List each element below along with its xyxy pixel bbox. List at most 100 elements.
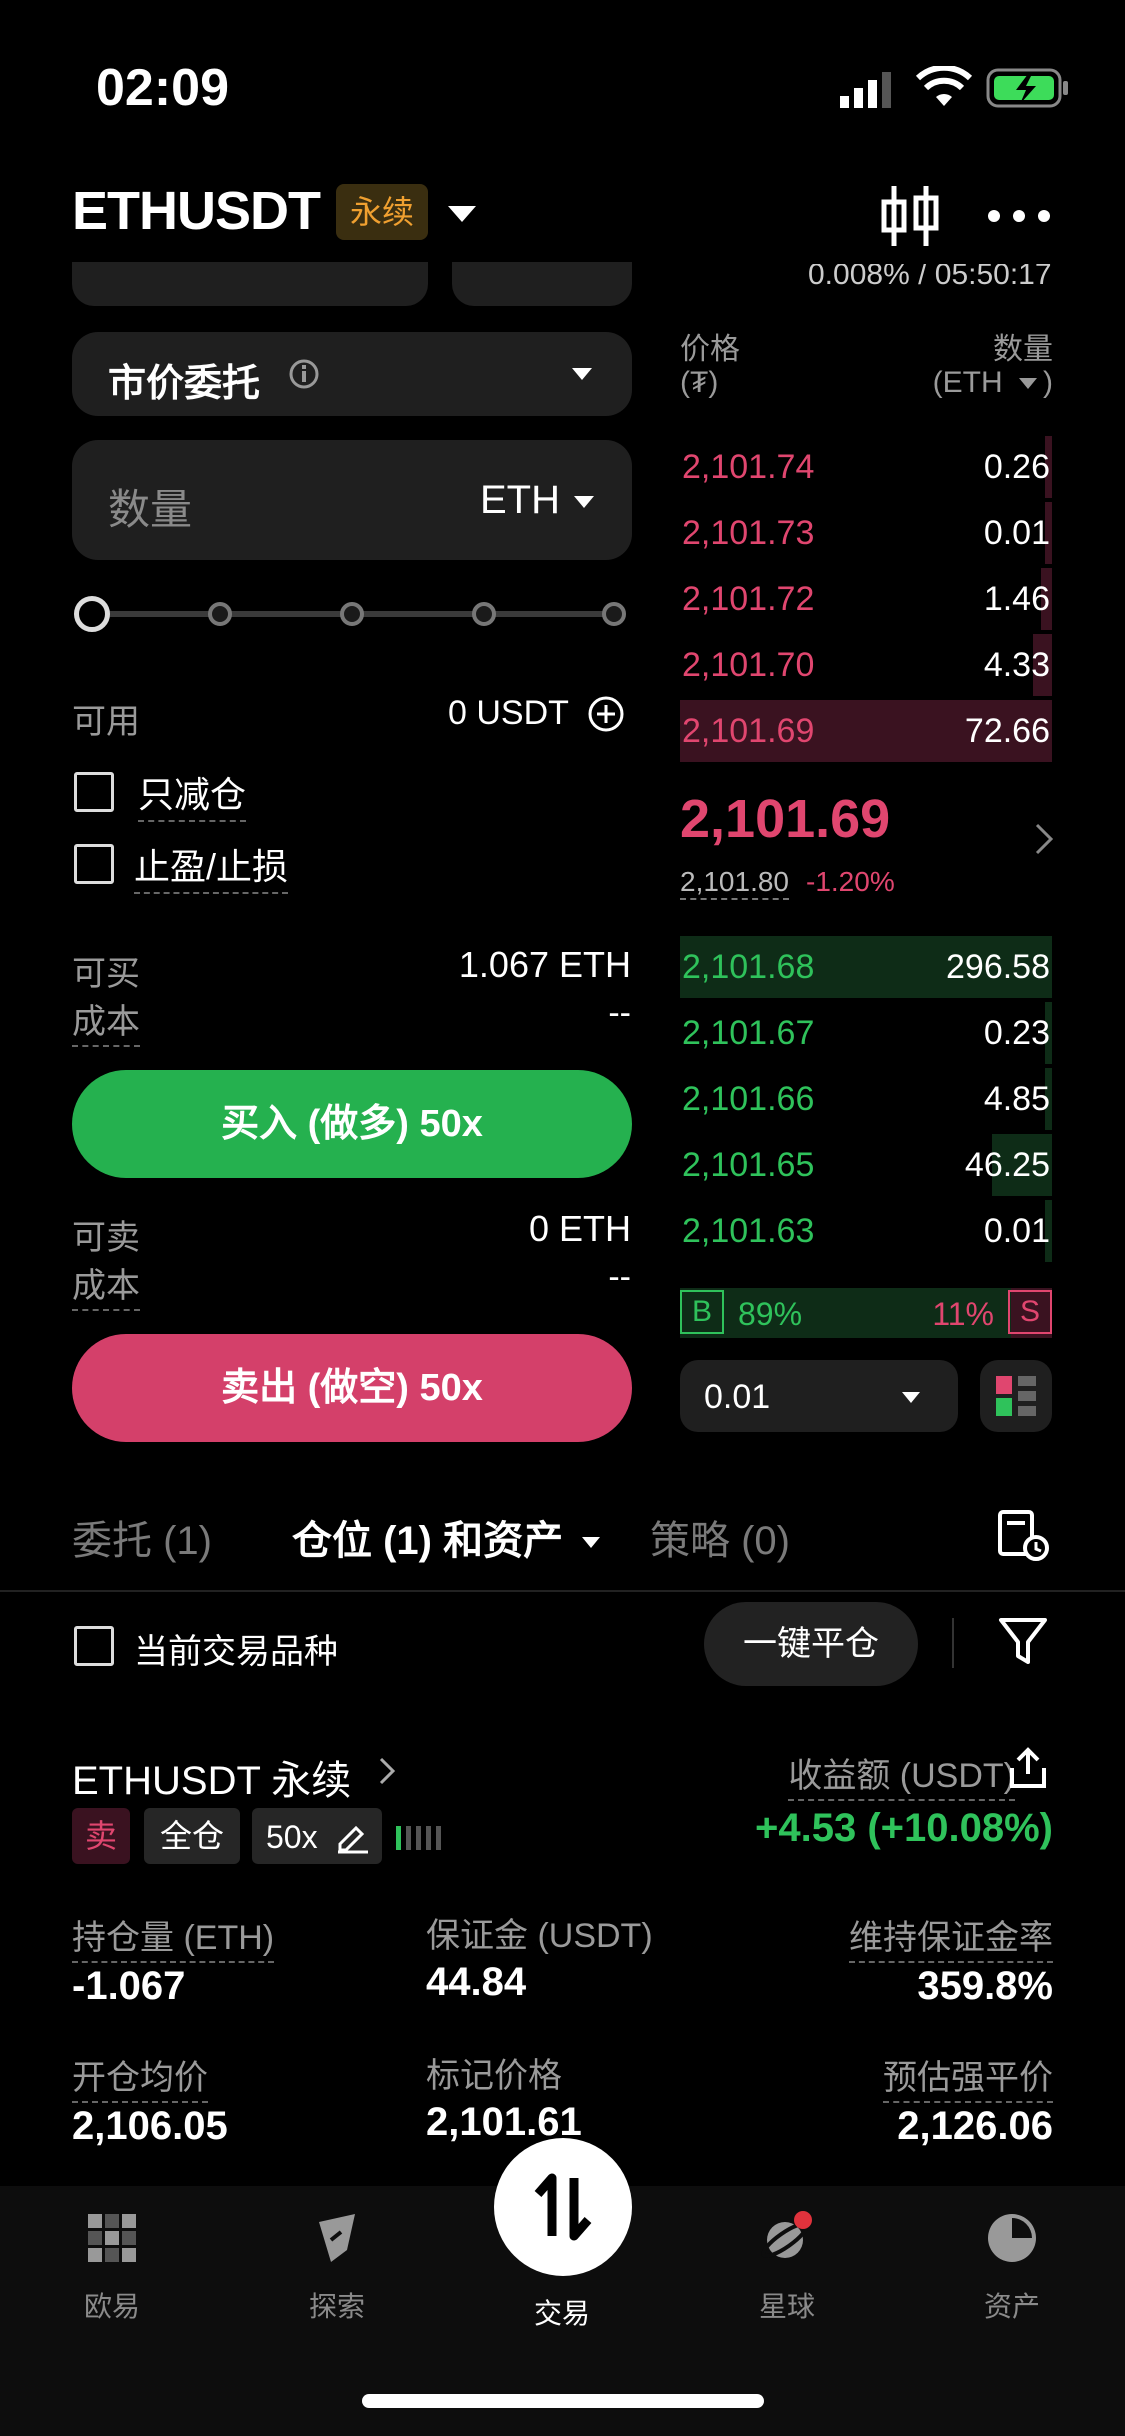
tp-sl-label[interactable]: 止盈/止损 (134, 838, 289, 894)
tp-sl-checkbox[interactable] (74, 844, 114, 884)
quantity-field[interactable]: 数量 ETH (72, 440, 632, 560)
ob-price-unit: (₮) (680, 366, 719, 399)
signal-icon (838, 70, 898, 115)
quantity-unit[interactable]: ETH (480, 478, 560, 523)
current-only-checkbox[interactable] (74, 1626, 114, 1666)
ask-qty: 0.01 (983, 514, 1050, 552)
chart-icon[interactable] (880, 184, 940, 253)
nav-planet-label: 星球 (758, 2291, 815, 2322)
order-type-select[interactable]: 市价委托 (72, 332, 632, 416)
bid-qty: 46.25 (964, 1146, 1050, 1184)
bid-qty: 0.23 (983, 1014, 1050, 1052)
tab-positions[interactable]: 仓位 (1) 和资产 (292, 1508, 601, 1566)
ask-row[interactable]: 2,101.69 72.66 (680, 700, 1052, 762)
slider-step-25[interactable] (208, 602, 232, 626)
funding-info-clipped: 0.008% / 05:50:17 (808, 264, 1052, 290)
nav-planet[interactable]: 星球 (717, 2210, 857, 2325)
order-type-label: 市价委托 (108, 363, 261, 405)
bid-row[interactable]: 2,101.63 0.01 (680, 1200, 1052, 1262)
tab-orders[interactable]: 委托 (1) (72, 1508, 212, 1566)
ob-qty-unit-select[interactable]: (ETH ) (933, 366, 1053, 400)
side-badge: 卖 (72, 1808, 130, 1864)
leverage-badge[interactable]: 50x (252, 1808, 382, 1864)
bid-row[interactable]: 2,101.68 296.58 (680, 936, 1052, 998)
ask-price: 2,101.73 (682, 514, 815, 552)
sell-cost-value: -- (608, 1258, 631, 1296)
chevron-right-icon[interactable] (1034, 822, 1054, 861)
nav-trade-button[interactable] (494, 2138, 632, 2276)
bid-row[interactable]: 2,101.66 4.85 (680, 1068, 1052, 1130)
bid-row[interactable]: 2,101.67 0.23 (680, 1002, 1052, 1064)
ask-row[interactable]: 2,101.74 0.26 (680, 436, 1052, 498)
reduce-only-label[interactable]: 只减仓 (138, 766, 247, 822)
nav-explore[interactable]: 探索 (267, 2210, 407, 2325)
tab-strategy[interactable]: 策略 (0) (650, 1508, 790, 1566)
tab-positions-caret-icon (582, 1537, 601, 1548)
layout-icon (996, 1376, 1036, 1416)
leverage-box-clipped[interactable] (452, 262, 632, 306)
home-indicator (362, 2394, 764, 2408)
ask-row[interactable]: 2,101.70 4.33 (680, 634, 1052, 696)
unit-dropdown-icon[interactable] (574, 496, 594, 508)
margin-mode-box-clipped[interactable] (72, 262, 428, 306)
pnl-value: +4.53 (+10.08%) (755, 1806, 1053, 1850)
ob-unit-close-paren: ) (1043, 366, 1053, 399)
last-price[interactable]: 2,101.69 (680, 788, 890, 850)
current-only-label[interactable]: 当前交易品种 (134, 1624, 338, 1673)
sell-ratio-percent: 11% (932, 1296, 994, 1332)
slider-step-100[interactable] (602, 602, 626, 626)
nav-trade-label[interactable]: 交易 (492, 2292, 632, 2332)
ob-qty-unit: (ETH (932, 366, 1003, 399)
pair-title[interactable]: ETHUSDT (72, 180, 321, 242)
precision-caret-icon (902, 1392, 920, 1403)
slider-step-50[interactable] (340, 602, 364, 626)
orderbook-layout-button[interactable] (980, 1360, 1052, 1432)
precision-select[interactable]: 0.01 (680, 1360, 958, 1432)
position-chevron-icon[interactable] (378, 1756, 396, 1791)
bid-qty: 296.58 (946, 948, 1050, 986)
bid-price: 2,101.67 (682, 1014, 815, 1052)
entry-price-label: 开仓均价 (72, 2050, 208, 2103)
bid-row[interactable]: 2,101.65 46.25 (680, 1134, 1052, 1196)
buy-max-value: 1.067 ETH (458, 944, 631, 985)
wifi-icon (915, 64, 973, 115)
bid-price: 2,101.63 (682, 1212, 815, 1250)
filter-icon[interactable] (998, 1616, 1048, 1673)
nav-home[interactable]: 欧易 (42, 2210, 182, 2325)
position-name[interactable]: ETHUSDT 永续 (72, 1748, 351, 1806)
buy-cost-label: 成本 (72, 994, 140, 1047)
share-icon[interactable] (1008, 1746, 1048, 1795)
sell-short-button[interactable]: 卖出 (做空) 50x (72, 1334, 632, 1442)
reduce-only-checkbox[interactable] (74, 772, 114, 812)
pie-chart-icon (988, 2214, 1036, 2262)
ob-price-header: 价格 (680, 333, 740, 366)
margin-label: 保证金 (USDT) (426, 1917, 653, 1955)
mark-price: 2,101.80 (680, 866, 789, 900)
trade-arrows-icon (534, 2173, 592, 2241)
nav-assets[interactable]: 资产 (942, 2210, 1082, 2325)
slider-step-75[interactable] (472, 602, 496, 626)
pair-dropdown-icon[interactable] (448, 206, 476, 222)
price-change: -1.20% (806, 866, 895, 897)
bid-price: 2,101.65 (682, 1146, 815, 1184)
pnl-label: 收益额 (USDT) (788, 1748, 1015, 1801)
more-icon[interactable] (986, 208, 1052, 229)
info-icon[interactable] (288, 358, 320, 395)
add-funds-icon[interactable] (586, 694, 626, 739)
bid-price: 2,101.66 (682, 1080, 815, 1118)
ask-qty: 0.26 (983, 448, 1050, 486)
tabs-divider (0, 1590, 1125, 1592)
order-history-icon[interactable] (996, 1508, 1050, 1567)
filter-divider (952, 1618, 954, 1668)
buy-cost-value: -- (608, 994, 631, 1032)
amount-slider-handle[interactable] (74, 596, 110, 632)
planet-icon (761, 2211, 812, 2258)
mmr-label: 维持保证金率 (849, 1910, 1053, 1963)
ask-row[interactable]: 2,101.73 0.01 (680, 502, 1052, 564)
sell-ratio-badge: S (1008, 1290, 1052, 1334)
ask-row[interactable]: 2,101.72 1.46 (680, 568, 1052, 630)
close-all-button[interactable]: 一键平仓 (704, 1602, 918, 1686)
quantity-placeholder: 数量 (108, 486, 193, 533)
buy-long-button[interactable]: 买入 (做多) 50x (72, 1070, 632, 1178)
entry-price-value: 2,106.05 (72, 2104, 228, 2148)
